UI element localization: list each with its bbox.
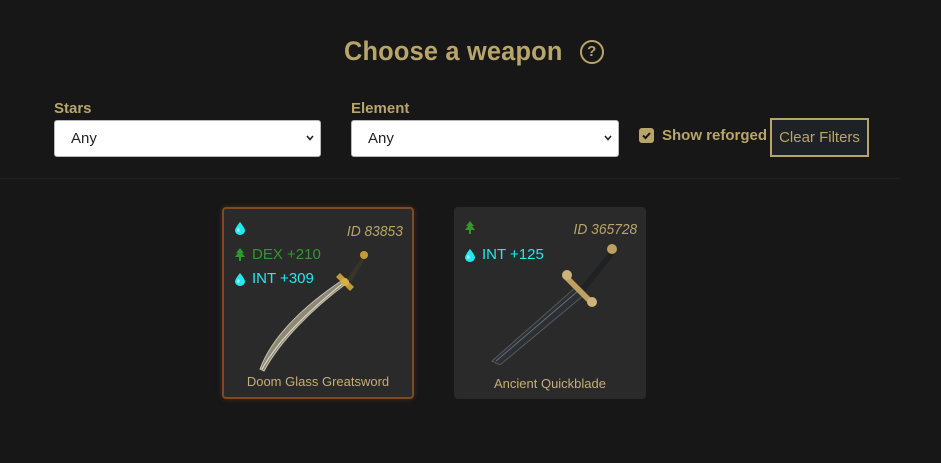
- chevron-down-icon: [604, 135, 612, 141]
- weapon-card[interactable]: ID 83853 DEX +210 INT +309 Doom Glass Gr…: [222, 207, 414, 399]
- divider: [0, 178, 900, 179]
- clear-filters-button[interactable]: Clear Filters: [770, 118, 869, 157]
- stars-filter-label: Stars: [54, 100, 92, 117]
- quickblade-image: [491, 244, 617, 365]
- show-reforged-checkbox[interactable]: [639, 128, 654, 143]
- element-select[interactable]: Any: [351, 120, 619, 157]
- element-select-value: Any: [368, 130, 394, 147]
- help-icon[interactable]: ?: [579, 39, 604, 64]
- show-reforged-toggle[interactable]: Show reforged: [639, 127, 767, 144]
- stars-select[interactable]: Any: [54, 120, 321, 157]
- water-drop-icon: [234, 221, 246, 235]
- weapon-card[interactable]: ID 365728 INT +125 Ancient Quickblade: [454, 207, 646, 399]
- weapon-name: Ancient Quickblade: [493, 376, 606, 391]
- page-header: Choose a weapon ?: [0, 36, 941, 67]
- chevron-down-icon: [306, 135, 314, 141]
- weapon-name: Doom Glass Greatsword: [246, 374, 390, 389]
- checkmark-icon: [642, 132, 651, 140]
- water-drop-icon: [234, 272, 246, 286]
- stars-select-value: Any: [71, 130, 97, 147]
- tree-icon: [464, 221, 476, 235]
- water-drop-icon: [464, 248, 476, 262]
- page-title: Choose a weapon: [344, 36, 563, 66]
- show-reforged-label: Show reforged: [662, 127, 768, 144]
- tree-icon: [234, 247, 246, 262]
- element-filter-label: Element: [351, 100, 410, 117]
- greatsword-image: [259, 251, 368, 372]
